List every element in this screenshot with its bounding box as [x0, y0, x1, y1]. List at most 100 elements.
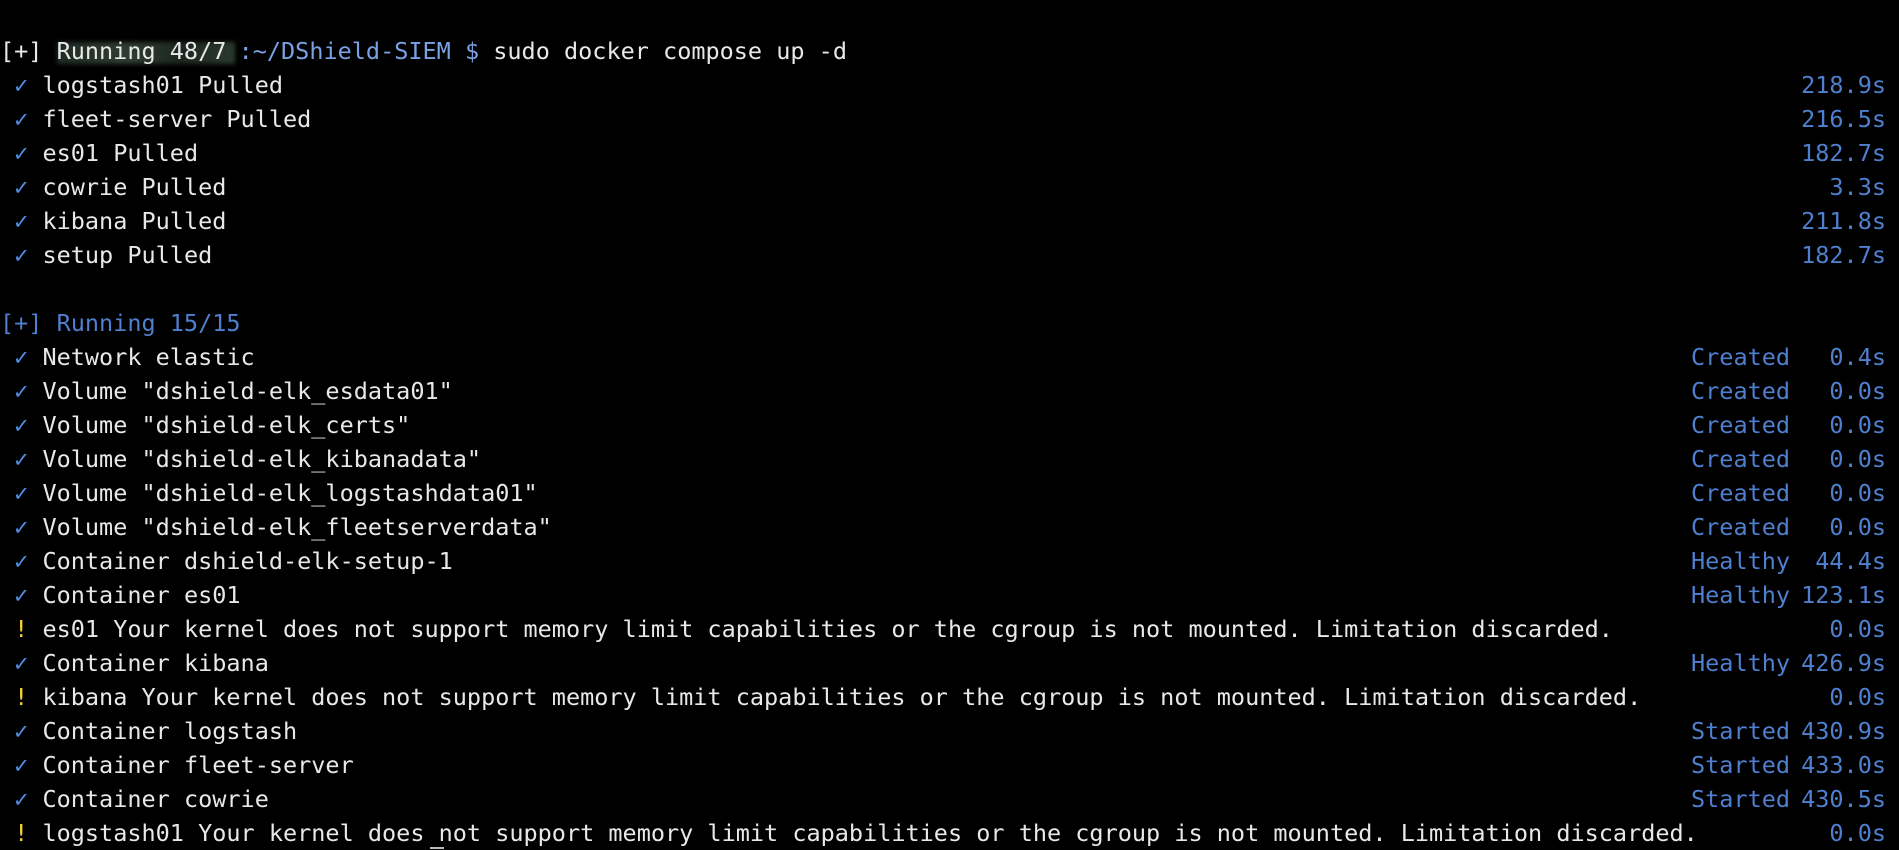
warning-icon: ! — [14, 819, 29, 847]
check-icon: ✓ — [14, 479, 29, 507]
pull-row-time: 182.7s — [1801, 241, 1886, 269]
run-row-status: Started — [1691, 717, 1791, 745]
run-row: ✓ Volume "dshield-elk_fleetserverdata" C… — [0, 510, 1899, 544]
pull-row-label: setup Pulled — [42, 241, 213, 269]
warning-row-time: 0.0s — [1829, 683, 1886, 711]
run-row-time: 0.0s — [1829, 513, 1886, 541]
run-row-status: Created — [1691, 411, 1791, 439]
run-row: ✓ Container logstash Started 430.9s — [0, 714, 1899, 748]
run-row-status: Created — [1691, 445, 1791, 473]
check-icon: ✓ — [14, 785, 29, 813]
run-row-label: Network elastic — [42, 343, 255, 371]
check-icon: ✓ — [14, 717, 29, 745]
pull-row-time: 216.5s — [1801, 105, 1886, 133]
run-row-label: Container cowrie — [42, 785, 269, 813]
run-row-label: Container kibana — [42, 649, 269, 677]
check-icon: ✓ — [14, 513, 29, 541]
run-row-label: Volume "dshield-elk_fleetserverdata" — [42, 513, 552, 541]
pull-row: ✓ logstash01 Pulled 218.9s — [0, 68, 1899, 102]
run-row-label: Container es01 — [42, 581, 241, 609]
run-row-status: Started — [1691, 785, 1791, 813]
run-row-label: Volume "dshield-elk_logstashdata01" — [42, 479, 538, 507]
check-icon: ✓ — [14, 173, 29, 201]
pull-row-time: 3.3s — [1829, 173, 1886, 201]
check-icon: ✓ — [14, 547, 29, 575]
pull-row-time: 211.8s — [1801, 207, 1886, 235]
text-cursor — [430, 847, 444, 849]
terminal-window[interactable]: :~/DShield-SIEM $ sudo docker compose up… — [0, 0, 1899, 850]
run-row: ✓ Container cowrie Started 430.5s — [0, 782, 1899, 816]
warning-icon: ! — [14, 615, 29, 643]
run-row-time: 44.4s — [1815, 547, 1886, 575]
run-row-time: 0.4s — [1829, 343, 1886, 371]
run-row-status: Healthy — [1691, 547, 1791, 575]
run-row-status: Created — [1691, 343, 1791, 371]
run-row-time: 0.0s — [1829, 411, 1886, 439]
pull-row: ✓ cowrie Pulled 3.3s — [0, 170, 1899, 204]
run-row-label: Volume "dshield-elk_esdata01" — [42, 377, 453, 405]
warning-row-label: es01 Your kernel does not support memory… — [42, 615, 1613, 643]
run-row-status: Created — [1691, 377, 1791, 405]
check-icon: ✓ — [14, 139, 29, 167]
check-icon: ✓ — [14, 241, 29, 269]
pull-row: ✓ kibana Pulled 211.8s — [0, 204, 1899, 238]
check-icon: ✓ — [14, 343, 29, 371]
run-row-label: Volume "dshield-elk_certs" — [42, 411, 411, 439]
command-prompt-line: :~/DShield-SIEM $ sudo docker compose up… — [0, 0, 1899, 65]
run-row-label: Container dshield-elk-setup-1 — [42, 547, 453, 575]
warning-row-time: 0.0s — [1829, 615, 1886, 643]
run-section-header: [+] Running 15/15 — [0, 309, 241, 337]
warning-icon: ! — [14, 683, 29, 711]
check-icon: ✓ — [14, 751, 29, 779]
run-row-status: Healthy — [1691, 581, 1791, 609]
run-row: ✓ Container es01 Healthy 123.1s — [0, 578, 1899, 612]
warning-row-label: logstash01 Your kernel does not support … — [42, 819, 1698, 847]
run-row-label: Volume "dshield-elk_kibanadata" — [42, 445, 482, 473]
run-row-time: 430.5s — [1801, 785, 1886, 813]
pull-row: ✓ fleet-server Pulled 216.5s — [0, 102, 1899, 136]
run-row-status: Healthy — [1691, 649, 1791, 677]
check-icon: ✓ — [14, 581, 29, 609]
check-icon: ✓ — [14, 71, 29, 99]
run-row-time: 426.9s — [1801, 649, 1886, 677]
run-row-time: 123.1s — [1801, 581, 1886, 609]
pull-row: ✓ setup Pulled 182.7s — [0, 238, 1899, 272]
run-row-status: Created — [1691, 513, 1791, 541]
warning-row-time: 0.0s — [1829, 819, 1886, 847]
pull-row-label: logstash01 Pulled — [42, 71, 283, 99]
warning-row: ! es01 Your kernel does not support memo… — [0, 612, 1899, 646]
check-icon: ✓ — [14, 649, 29, 677]
run-row-time: 430.9s — [1801, 717, 1886, 745]
pull-row: ✓ es01 Pulled 182.7s — [0, 136, 1899, 170]
run-row-status: Started — [1691, 751, 1791, 779]
pull-row-label: kibana Pulled — [42, 207, 227, 235]
run-row: ✓ Container dshield-elk-setup-1 Healthy … — [0, 544, 1899, 578]
run-row-status: Created — [1691, 479, 1791, 507]
pull-row-time: 182.7s — [1801, 139, 1886, 167]
check-icon: ✓ — [14, 207, 29, 235]
pull-row-label: es01 Pulled — [42, 139, 199, 167]
run-row-time: 0.0s — [1829, 377, 1886, 405]
run-row: ✓ Volume "dshield-elk_certs" Created 0.0… — [0, 408, 1899, 442]
check-icon: ✓ — [14, 377, 29, 405]
run-row: ✓ Volume "dshield-elk_kibanadata" Create… — [0, 442, 1899, 476]
check-icon: ✓ — [14, 411, 29, 439]
pull-row-label: cowrie Pulled — [42, 173, 227, 201]
run-row-time: 0.0s — [1829, 479, 1886, 507]
run-row-label: Container logstash — [42, 717, 298, 745]
pull-section-header: [+] Running 48/7 — [0, 37, 227, 65]
run-row: ✓ Network elastic Created 0.4s — [0, 340, 1899, 374]
warning-row: ! kibana Your kernel does not support me… — [0, 680, 1899, 714]
pull-row-time: 218.9s — [1801, 71, 1886, 99]
check-icon: ✓ — [14, 105, 29, 133]
pull-row-label: fleet-server Pulled — [42, 105, 312, 133]
warning-row-label: kibana Your kernel does not support memo… — [42, 683, 1642, 711]
run-row: ✓ Container fleet-server Started 433.0s — [0, 748, 1899, 782]
run-row-label: Container fleet-server — [42, 751, 354, 779]
check-icon: ✓ — [14, 445, 29, 473]
run-row: ✓ Volume "dshield-elk_esdata01" Created … — [0, 374, 1899, 408]
run-row-time: 433.0s — [1801, 751, 1886, 779]
run-row-time: 0.0s — [1829, 445, 1886, 473]
warning-row: ! logstash01 Your kernel does not suppor… — [0, 816, 1899, 850]
run-row: ✓ Container kibana Healthy 426.9s — [0, 646, 1899, 680]
